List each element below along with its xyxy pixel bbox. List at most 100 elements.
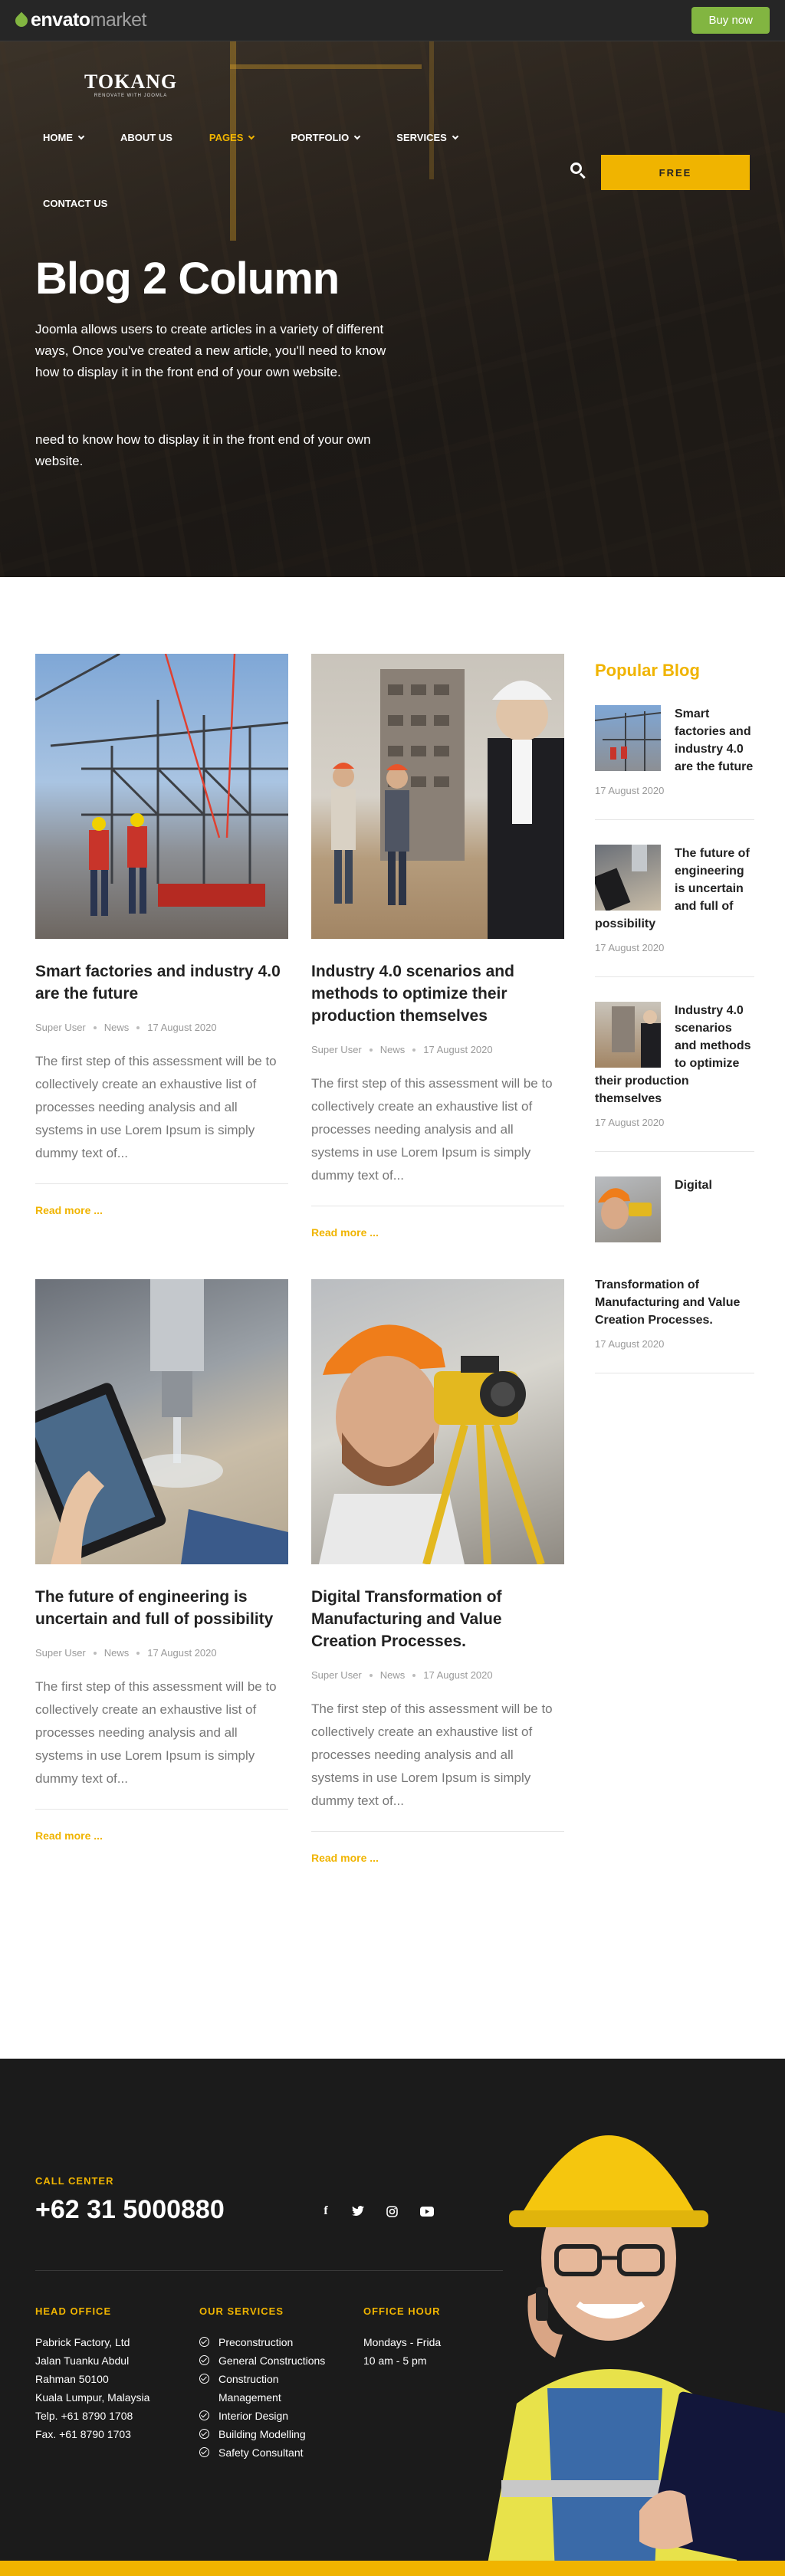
instagram-icon[interactable] xyxy=(382,2201,402,2221)
page-title: Blog 2 Column xyxy=(35,254,340,304)
post-category[interactable]: News xyxy=(104,1647,130,1659)
post-meta: Super User News 17 August 2020 xyxy=(311,1669,564,1681)
office-hours: Mondays - Frida 10 am - 5 pm xyxy=(363,2333,441,2370)
post-image[interactable] xyxy=(311,1279,564,1564)
call-center-label: CALL CENTER xyxy=(35,2175,114,2187)
service-item[interactable]: Building Modelling xyxy=(199,2425,345,2443)
read-more-link[interactable]: Read more ... xyxy=(311,1226,564,1239)
sidebar-thumb[interactable] xyxy=(595,1002,661,1068)
site-logo-tagline: RENOVATE WITH JOOMLA xyxy=(94,94,168,98)
sidebar-title: Popular Blog xyxy=(595,661,700,680)
chevron-down-icon xyxy=(77,133,85,139)
sidebar-thumb[interactable] xyxy=(595,705,661,771)
sidebar-post-date: 17 August 2020 xyxy=(595,942,665,953)
address-line: Pabrick Factory, Ltd xyxy=(35,2336,130,2348)
services-list: Preconstruction General Constructions Co… xyxy=(199,2333,345,2462)
site-logo[interactable]: TOKANG RENOVATE WITH JOOMLA xyxy=(84,71,177,98)
read-more-link[interactable]: Read more ... xyxy=(311,1852,564,1864)
read-more-link[interactable]: Read more ... xyxy=(35,1204,288,1216)
sidebar-post[interactable]: The future of engineering is uncertain a… xyxy=(595,845,754,977)
check-circle-icon xyxy=(199,2410,209,2420)
post-title[interactable]: The future of engineering is uncertain a… xyxy=(35,1586,288,1630)
buy-now-button[interactable]: Buy now xyxy=(691,7,770,34)
sidebar-post-date: 17 August 2020 xyxy=(595,785,665,796)
nav-home[interactable]: HOME xyxy=(43,132,85,143)
service-item[interactable]: Interior Design xyxy=(199,2407,345,2425)
nav-pages[interactable]: PAGES xyxy=(209,132,255,143)
nav-services[interactable]: SERVICES xyxy=(396,132,459,143)
phone-line[interactable]: Telp. +61 8790 1708 xyxy=(35,2407,149,2425)
twitter-icon[interactable] xyxy=(348,2201,368,2221)
sidebar-thumb[interactable] xyxy=(595,1176,661,1242)
service-item[interactable]: General Constructions xyxy=(199,2351,345,2370)
blog-card: The future of engineering is uncertain a… xyxy=(35,1279,288,1842)
footer-accent-stripe xyxy=(0,2561,785,2576)
post-category[interactable]: News xyxy=(380,1044,406,1055)
nav-contact-us[interactable]: CONTACT US xyxy=(43,198,107,209)
address-line: Jalan Tuanku Abdul xyxy=(35,2354,130,2367)
facebook-icon[interactable]: f xyxy=(316,2201,336,2221)
phone-number[interactable]: +62 31 5000880 xyxy=(35,2195,225,2225)
sidebar-post-date: 17 August 2020 xyxy=(595,1338,665,1350)
office-hour-line: Mondays - Frida xyxy=(363,2336,442,2348)
worker-illustration xyxy=(486,2135,785,2572)
service-label: Building Modelling xyxy=(218,2428,306,2440)
service-item[interactable]: Safety Consultant xyxy=(199,2443,345,2462)
free-button[interactable]: FREE xyxy=(601,155,750,190)
nav-home-label: HOME xyxy=(43,132,73,143)
sidebar-post-date: 17 August 2020 xyxy=(595,1117,665,1128)
service-label: Interior Design xyxy=(218,2410,289,2422)
divider xyxy=(595,1151,754,1152)
post-title[interactable]: Smart factories and industry 4.0 are the… xyxy=(35,960,288,1005)
post-author[interactable]: Super User xyxy=(311,1044,362,1055)
address-line: Kuala Lumpur, Malaysia xyxy=(35,2391,150,2404)
nav-about-us[interactable]: ABOUT US xyxy=(120,132,172,143)
check-circle-icon xyxy=(199,2447,209,2457)
post-date: 17 August 2020 xyxy=(147,1647,217,1659)
service-item[interactable]: Preconstruction xyxy=(199,2333,345,2351)
post-meta: Super User News 17 August 2020 xyxy=(311,1044,564,1055)
service-item[interactable]: Construction Management xyxy=(199,2370,345,2407)
nav-about-label: ABOUT US xyxy=(120,132,172,143)
address-line: Rahman 50100 xyxy=(35,2373,109,2385)
post-image[interactable] xyxy=(311,654,564,939)
service-label: Construction Management xyxy=(218,2373,281,2404)
divider xyxy=(595,819,754,820)
nav-pages-label: PAGES xyxy=(209,132,244,143)
search-icon[interactable] xyxy=(570,162,587,179)
nav-services-label: SERVICES xyxy=(396,132,447,143)
fax-line: Fax. +61 8790 1703 xyxy=(35,2428,131,2440)
divider xyxy=(35,1183,288,1184)
read-more-link[interactable]: Read more ... xyxy=(35,1829,288,1842)
post-meta: Super User News 17 August 2020 xyxy=(35,1022,288,1033)
site-logo-title: TOKANG xyxy=(84,71,178,93)
post-category[interactable]: News xyxy=(104,1022,130,1033)
blog-card: Smart factories and industry 4.0 are the… xyxy=(35,654,288,1216)
site-footer: CALL CENTER +62 31 5000880 f HEAD OFFICE… xyxy=(0,2059,785,2576)
sidebar-post-title-rest[interactable]: Transformation of Manufacturing and Valu… xyxy=(595,1247,754,1329)
post-image[interactable] xyxy=(35,1279,288,1564)
office-hour-label: OFFICE HOUR xyxy=(363,2305,441,2317)
post-author[interactable]: Super User xyxy=(35,1647,86,1659)
sidebar-post[interactable]: Digital Transformation of Manufacturing … xyxy=(595,1176,754,1373)
post-excerpt: The first step of this assessment will b… xyxy=(311,1701,553,1808)
post-excerpt: The first step of this assessment will b… xyxy=(35,1679,277,1786)
envato-market-text: market xyxy=(90,9,147,31)
sidebar-post[interactable]: Industry 4.0 scenarios and methods to op… xyxy=(595,1002,754,1152)
envato-topbar: envato market Buy now xyxy=(0,0,785,41)
chevron-down-icon xyxy=(248,133,255,139)
divider xyxy=(311,1831,564,1832)
post-image[interactable] xyxy=(35,654,288,939)
sidebar-post[interactable]: Smart factories and industry 4.0 are the… xyxy=(595,705,754,820)
post-category[interactable]: News xyxy=(380,1669,406,1681)
post-title[interactable]: Industry 4.0 scenarios and methods to op… xyxy=(311,960,564,1027)
post-author[interactable]: Super User xyxy=(311,1669,362,1681)
envato-logo[interactable]: envato market xyxy=(12,9,147,31)
services-label: OUR SERVICES xyxy=(199,2305,284,2317)
nav-portfolio[interactable]: PORTFOLIO xyxy=(291,132,361,143)
post-author[interactable]: Super User xyxy=(35,1022,86,1033)
divider xyxy=(595,976,754,977)
post-title[interactable]: Digital Transformation of Manufacturing … xyxy=(311,1586,564,1652)
sidebar-thumb[interactable] xyxy=(595,845,661,911)
post-excerpt: The first step of this assessment will b… xyxy=(311,1076,553,1183)
